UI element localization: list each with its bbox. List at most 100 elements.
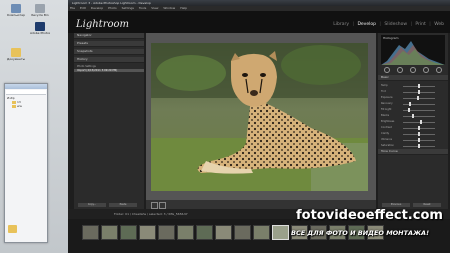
folder-icon[interactable] [8,225,17,233]
slider-knob[interactable] [418,144,420,148]
computer-desktop-icon[interactable]: Компьютер [6,4,26,17]
cheetah-photo [151,43,368,191]
recycle-bin-desktop-icon[interactable]: Recycle Bin [30,4,50,17]
watermark-site: fotovideoeffect.com [296,208,443,223]
right-panel-buttons: Previous Reset [382,202,444,207]
slider-label: Exposure [381,96,393,99]
explorer-address-bar[interactable] [6,90,46,95]
menu-view[interactable]: View [151,6,158,10]
module-web[interactable]: Web [434,22,444,27]
panel-history[interactable]: History [74,57,144,63]
history-item[interactable]: Import (2/15/2011 3:09:29 PM) [74,68,144,72]
slider-knob[interactable] [419,120,422,124]
slider-label: Clarity [381,132,390,135]
slider-label: Blacks [381,114,390,117]
menu-edit[interactable]: Edit [80,6,86,10]
slider-label: Saturation [381,144,395,147]
watermark-slogan: ВСЕ ДЛЯ ФОТО И ВИДЕО МОНТАЖА! [291,229,430,237]
panel-snapshots[interactable]: Snapshots [74,49,144,55]
module-develop[interactable]: Develop [357,22,376,27]
module-separator: | [352,22,355,27]
menu-develop[interactable]: Develop [91,6,103,10]
slider-label: Brightness [381,120,395,123]
red-eye-icon[interactable] [409,67,416,73]
filmstrip-thumbnail[interactable] [215,225,232,240]
filmstrip-thumbnail[interactable] [196,225,213,240]
before-after-icon[interactable] [159,202,166,209]
lightroom-logo: Lightroom [76,19,130,30]
histogram[interactable]: Histogram [381,35,445,65]
slider-knob[interactable] [418,84,420,88]
filmstrip-thumbnail[interactable] [177,225,194,240]
documents-icon [11,48,21,57]
filmstrip-thumbnail[interactable] [120,225,137,240]
slider-track[interactable] [403,104,435,105]
desktop: Компьютер Recycle Bin Adobe Photoshop До… [0,0,68,253]
module-slideshow[interactable]: Slideshow [384,22,407,27]
reset-button[interactable]: Reset [413,203,441,207]
photoshop-icon [35,22,45,31]
menu-window[interactable]: Window [163,6,175,10]
slider-knob[interactable] [409,102,411,106]
documents-desktop-icon[interactable]: Документы [6,48,26,61]
slider-knob[interactable] [418,90,420,94]
menu-settings[interactable]: Settings [122,6,134,10]
photo-canvas[interactable] [146,33,376,209]
slider-label: Fill Light [381,108,392,111]
panel-navigator[interactable]: Navigator [74,33,144,39]
explorer-window[interactable]: Избр 13 ww [4,83,48,243]
spot-removal-icon[interactable] [397,67,404,73]
explorer-folder-ww[interactable]: ww [5,104,47,108]
slider-label: Temp [381,84,388,87]
module-print[interactable]: Print [415,22,425,27]
panel-presets[interactable]: Presets [74,41,144,47]
module-picker: Library | Develop | Slideshow | Print | … [331,22,444,27]
slider-knob[interactable] [418,126,420,130]
filmstrip-thumbnail[interactable] [253,225,270,240]
slider-label: Recovery [381,102,393,105]
panel-tone-curve[interactable]: Tone Curve [378,149,448,155]
module-library[interactable]: Library [333,22,349,27]
filmstrip-thumbnail[interactable] [272,225,289,240]
filmstrip-thumbnail[interactable] [82,225,99,240]
filmstrip-source-info[interactable]: Folder: 01 / Cheetahs / selected: 3 / IM… [114,212,187,216]
menu-tools[interactable]: Tools [139,6,146,10]
slider-label: Contrast [381,126,392,129]
filmstrip-thumbnail[interactable] [101,225,118,240]
slider-knob[interactable] [418,138,420,142]
basic-sliders: Temp Tint Exposure Recovery Fill Light Blacks… [378,83,448,149]
module-separator: | [379,22,381,27]
panel-basic[interactable]: Basic [378,75,448,81]
tool-strip [381,67,445,73]
menu-help[interactable]: Help [180,6,187,10]
adjustment-brush-icon[interactable] [435,67,442,73]
graduated-filter-icon[interactable] [422,67,429,73]
slider-knob[interactable] [416,96,419,100]
previous-button[interactable]: Previous [382,203,410,207]
slider-row[interactable]: Saturation [381,143,445,149]
slider-label: Vibrance [381,138,392,141]
photoshop-desktop-icon[interactable]: Adobe Photoshop [30,22,50,35]
copy-button[interactable]: Copy... [78,203,106,207]
filmstrip-thumbnail[interactable] [234,225,251,240]
left-panel: Navigator Presets Snapshots History Phot… [74,33,144,209]
crop-tool-icon[interactable] [384,67,391,73]
slider-knob[interactable] [418,132,420,136]
left-panel-buttons: Copy... Paste [78,202,140,207]
right-panel: Histogram Basic Temp Tint Exposure Recovery… [378,33,448,209]
slider-knob[interactable] [407,108,410,112]
paste-button[interactable]: Paste [109,203,137,207]
filmstrip-thumbnail[interactable] [139,225,156,240]
loupe-view-icon[interactable] [151,202,158,209]
recycle-bin-icon [35,4,45,13]
slider-track[interactable] [403,116,435,117]
explorer-titlebar[interactable] [5,84,47,89]
slider-label: Tint [381,90,386,93]
slider-knob[interactable] [412,114,414,118]
filmstrip-thumbnail[interactable] [158,225,175,240]
computer-icon [11,4,21,13]
slider-track[interactable] [403,98,435,99]
menu-file[interactable]: File [70,6,75,10]
module-separator: | [410,22,412,27]
menu-photo[interactable]: Photo [108,6,117,10]
